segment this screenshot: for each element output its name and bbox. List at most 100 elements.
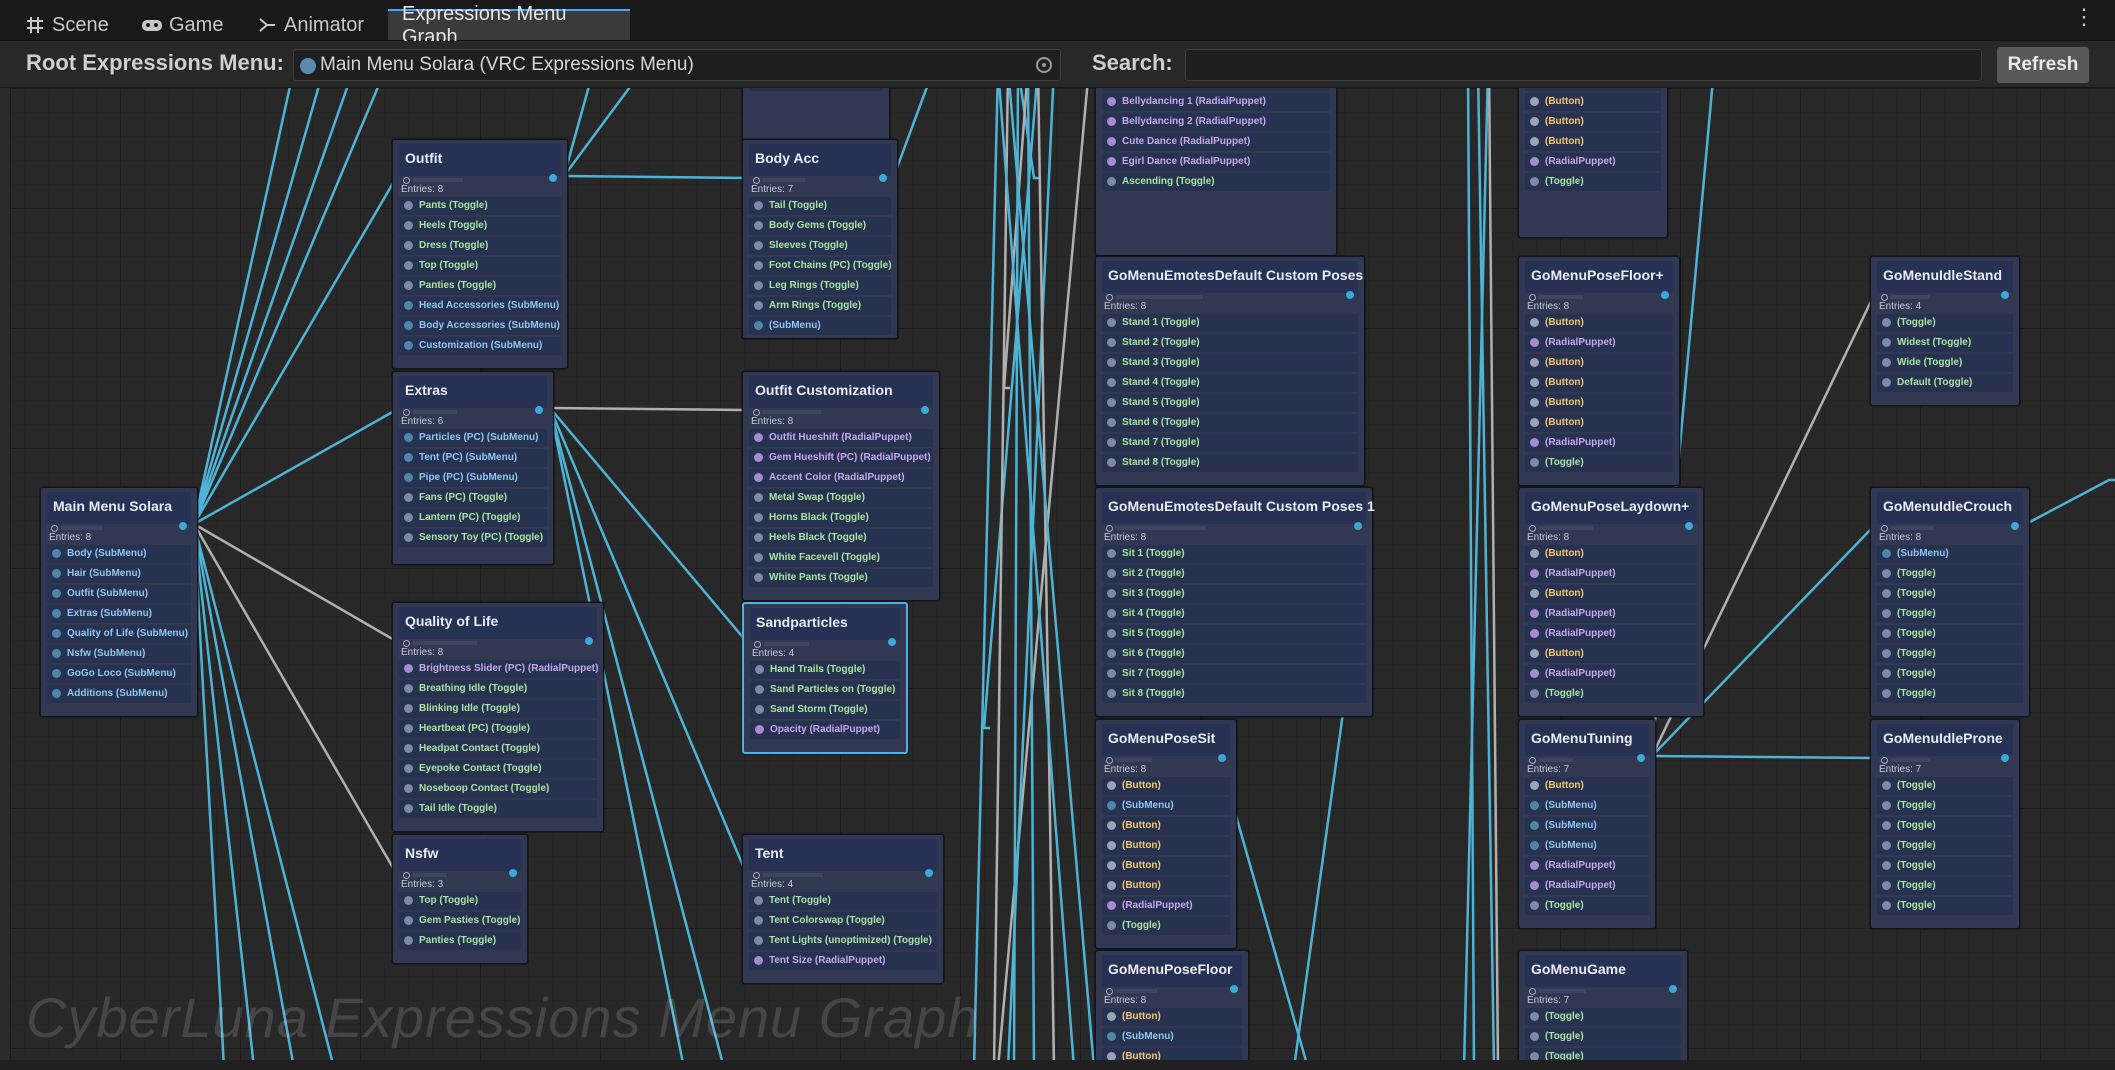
menu-entry[interactable]: Stand 5 (Toggle) bbox=[1102, 394, 1358, 412]
menu-entry[interactable]: Sit 3 (Toggle) bbox=[1102, 585, 1366, 603]
node-header[interactable]: GoMenuPoseFloor bbox=[1102, 955, 1242, 987]
menu-entry[interactable]: Sensory Toy (PC) (Toggle) bbox=[399, 529, 547, 547]
menu-entry[interactable]: Bellydancing 2 (RadialPuppet) bbox=[1102, 113, 1330, 131]
node-header[interactable]: Body Acc bbox=[749, 144, 891, 176]
more-options-icon[interactable]: ⋮ bbox=[2073, 6, 2095, 28]
menu-entry[interactable]: Sit 7 (Toggle) bbox=[1102, 665, 1366, 683]
menu-entry[interactable]: Nsfw (SubMenu) bbox=[47, 645, 191, 663]
node-header[interactable]: Sandparticles bbox=[750, 608, 900, 640]
menu-entry[interactable]: Tail (Toggle) bbox=[749, 197, 891, 215]
input-port[interactable] bbox=[1106, 525, 1113, 532]
menu-entry[interactable]: Sit 2 (Toggle) bbox=[1102, 565, 1366, 583]
node-header[interactable]: Outfit bbox=[399, 144, 561, 176]
menu-entry[interactable]: Customization (SubMenu) bbox=[399, 337, 561, 355]
menu-entry[interactable]: Sit 5 (Toggle) bbox=[1102, 625, 1366, 643]
menu-entry[interactable]: (RadialPuppet) bbox=[1525, 334, 1673, 352]
input-port[interactable] bbox=[1881, 294, 1888, 301]
menu-entry[interactable]: Leg Rings (Toggle) bbox=[749, 277, 891, 295]
menu-entry[interactable]: (Toggle) bbox=[1877, 665, 2023, 683]
menu-entry[interactable]: (Button) bbox=[1525, 545, 1697, 563]
menu-entry[interactable]: Body (SubMenu) bbox=[47, 545, 191, 563]
node-customposes1[interactable]: GoMenuEmotesDefault Custom Poses 1 Entrie… bbox=[1095, 487, 1375, 717]
menu-entry[interactable]: (Button) bbox=[1102, 837, 1230, 855]
output-port[interactable] bbox=[1685, 522, 1693, 530]
node-header[interactable]: Outfit Customization bbox=[749, 376, 933, 408]
menu-entry[interactable]: (Toggle) bbox=[1877, 565, 2023, 583]
menu-entry[interactable]: (Toggle) bbox=[1102, 917, 1230, 935]
menu-entry[interactable]: (SubMenu) bbox=[1102, 797, 1230, 815]
menu-entry[interactable]: (RadialPuppet) bbox=[1525, 665, 1697, 683]
menu-entry[interactable]: White Facevell (Toggle) bbox=[749, 549, 933, 567]
input-port[interactable] bbox=[51, 525, 58, 532]
menu-entry[interactable]: (Button) bbox=[1525, 133, 1661, 151]
menu-entry[interactable]: (RadialPuppet) bbox=[1525, 857, 1649, 875]
menu-entry[interactable]: Head Accessories (SubMenu) bbox=[399, 297, 561, 315]
node-header[interactable]: GoMenuIdleCrouch bbox=[1877, 492, 2023, 524]
output-port[interactable] bbox=[1354, 522, 1362, 530]
menu-entry[interactable]: (Toggle) bbox=[1877, 877, 2013, 895]
menu-entry[interactable]: (Toggle) bbox=[1877, 685, 2023, 703]
menu-entry[interactable]: (Toggle) bbox=[1525, 1048, 1681, 1060]
node-tent[interactable]: Tent Entries: 4 Tent (Toggle) Tent Colorswa… bbox=[742, 834, 944, 984]
input-port[interactable] bbox=[1106, 757, 1113, 764]
node-sandparticles[interactable]: Sandparticles Entries: 4 Hand Trails (Togg… bbox=[742, 602, 908, 754]
node-extras[interactable]: Extras Entries: 6 Particles (PC) (SubMenu)… bbox=[392, 371, 554, 565]
node-header[interactable]: GoMenuPoseFloor+ bbox=[1525, 261, 1673, 293]
menu-entry[interactable]: Top (Toggle) bbox=[399, 892, 521, 910]
output-port[interactable] bbox=[925, 869, 933, 877]
output-port[interactable] bbox=[2001, 754, 2009, 762]
menu-entry[interactable]: Top (Toggle) bbox=[399, 257, 561, 275]
menu-entry[interactable]: Bellydancing 1 (RadialPuppet) bbox=[1102, 93, 1330, 111]
menu-entry[interactable]: (Button) bbox=[1525, 88, 1661, 91]
node-header[interactable]: Tent bbox=[749, 839, 937, 871]
graph-canvas[interactable]: Main Menu Solara Entries: 8 Body (SubMenu)… bbox=[0, 88, 2115, 1060]
menu-entry[interactable]: Panties (Toggle) bbox=[399, 932, 521, 950]
menu-entry[interactable]: (Toggle) bbox=[1877, 837, 2013, 855]
output-port[interactable] bbox=[1218, 754, 1226, 762]
menu-entry[interactable]: Sit 1 (Toggle) bbox=[1102, 545, 1366, 563]
menu-entry[interactable]: (Toggle) bbox=[1525, 1028, 1681, 1046]
node-idlecrouch[interactable]: GoMenuIdleCrouch Entries: 8 (SubMenu) (Togg… bbox=[1870, 487, 2030, 717]
node-poselaydown[interactable]: GoMenuPoseLaydown+ Entries: 8 (Button) (Rad… bbox=[1518, 487, 1704, 717]
output-port[interactable] bbox=[535, 406, 543, 414]
menu-entry[interactable]: (Button) bbox=[1525, 394, 1673, 412]
output-port[interactable] bbox=[1346, 291, 1354, 299]
menu-entry[interactable]: Widest (Toggle) bbox=[1877, 334, 2013, 352]
menu-entry[interactable]: Egirl Dance (RadialPuppet) bbox=[1102, 153, 1330, 171]
menu-entry[interactable]: (Toggle) bbox=[1525, 1008, 1681, 1026]
menu-entry[interactable]: (Button) bbox=[1525, 93, 1661, 111]
menu-entry[interactable]: Eyepoke Contact (Toggle) bbox=[399, 760, 597, 778]
menu-entry[interactable]: Ascending (Toggle) bbox=[1102, 173, 1330, 191]
menu-entry[interactable]: Opacity (RadialPuppet) bbox=[750, 721, 900, 739]
menu-entry[interactable]: Horns Black (Toggle) bbox=[749, 509, 933, 527]
tab-game[interactable]: Game bbox=[141, 10, 223, 40]
menu-entry[interactable]: Stand 4 (Toggle) bbox=[1102, 374, 1358, 392]
menu-entry[interactable]: Stand 2 (Toggle) bbox=[1102, 334, 1358, 352]
refresh-button[interactable]: Refresh bbox=[1996, 46, 2090, 84]
input-port[interactable] bbox=[1529, 294, 1536, 301]
menu-entry[interactable]: (RadialPuppet) bbox=[1525, 565, 1697, 583]
node-bodyacc[interactable]: Body Acc Entries: 7 Tail (Toggle) Body Gems… bbox=[742, 139, 898, 339]
menu-entry[interactable]: Quality of Life (SubMenu) bbox=[47, 625, 191, 643]
menu-entry[interactable]: Dancing 2 (RadialPuppet) bbox=[1102, 88, 1330, 91]
menu-entry[interactable]: (Toggle) bbox=[1877, 585, 2023, 603]
menu-entry[interactable]: (Toggle) bbox=[1877, 314, 2013, 332]
menu-entry[interactable]: (Button) bbox=[1102, 817, 1230, 835]
output-port[interactable] bbox=[1661, 291, 1669, 299]
menu-entry[interactable]: Sand Storm (Toggle) bbox=[750, 701, 900, 719]
menu-entry[interactable]: Outfit (SubMenu) bbox=[47, 585, 191, 603]
input-port[interactable] bbox=[1106, 988, 1113, 995]
node-header[interactable]: GoMenuEmotesDefault Custom Poses bbox=[1102, 261, 1363, 293]
menu-entry[interactable]: (Button) bbox=[1525, 585, 1697, 603]
input-port[interactable] bbox=[753, 872, 760, 879]
menu-entry[interactable]: Tent Lights (unoptimized) (Toggle) bbox=[749, 932, 937, 950]
node-header[interactable]: GoMenuIdleProne bbox=[1877, 724, 2013, 756]
menu-entry[interactable]: (RadialPuppet) bbox=[1525, 625, 1697, 643]
output-port[interactable] bbox=[2011, 522, 2019, 530]
menu-entry[interactable]: Heels (Toggle) bbox=[399, 217, 561, 235]
menu-entry[interactable]: (SubMenu) bbox=[749, 317, 891, 335]
menu-entry[interactable]: (Toggle) bbox=[1525, 173, 1661, 191]
menu-entry[interactable]: (SubMenu) bbox=[1525, 817, 1649, 835]
node-nsfw[interactable]: Nsfw Entries: 3 Top (Toggle) Gem Pasties (T… bbox=[392, 834, 528, 964]
output-port[interactable] bbox=[921, 406, 929, 414]
